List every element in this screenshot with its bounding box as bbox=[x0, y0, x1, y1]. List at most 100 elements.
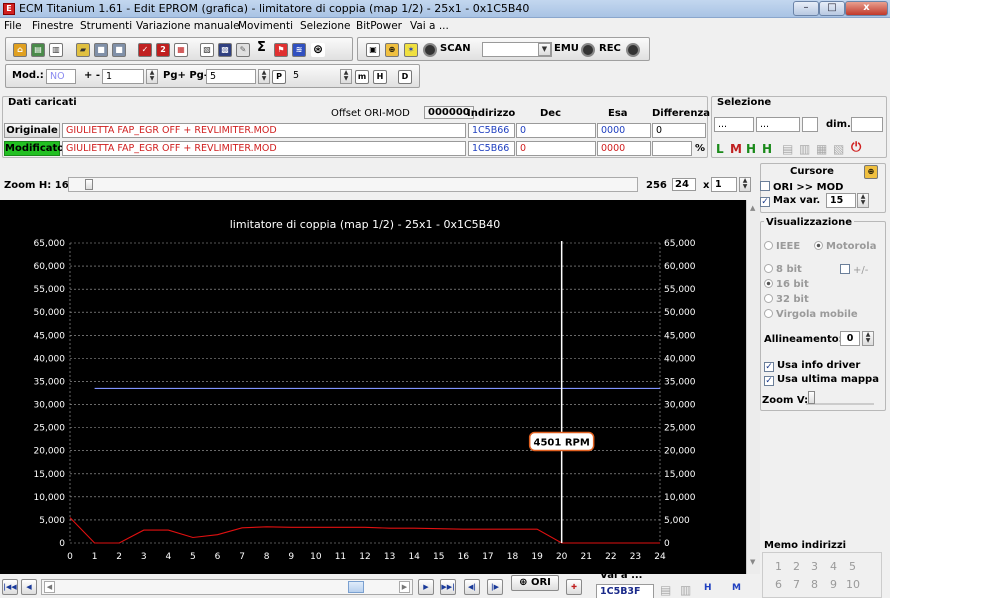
home-icon[interactable]: ⌂ bbox=[13, 43, 27, 57]
memo-slot-9[interactable]: 9 bbox=[830, 578, 837, 591]
selezione-end[interactable]: ... bbox=[756, 117, 800, 132]
prev-map-icon[interactable]: ◀| bbox=[464, 579, 480, 595]
scroll-thumb[interactable] bbox=[348, 581, 364, 593]
page-field[interactable]: 5 bbox=[206, 69, 256, 84]
zoom-h-thumb[interactable] bbox=[85, 179, 93, 190]
close-button[interactable]: x bbox=[845, 1, 888, 16]
selezione-start[interactable]: ... bbox=[714, 117, 754, 132]
record-dot-icon[interactable] bbox=[423, 43, 437, 57]
memo-slot-10[interactable]: 10 bbox=[846, 578, 860, 591]
emu-label[interactable]: EMU bbox=[554, 43, 579, 54]
emu-dot-icon[interactable] bbox=[581, 43, 595, 57]
chart-icon[interactable]: ≋ bbox=[292, 43, 306, 57]
compare-icon[interactable]: ▧ bbox=[200, 43, 214, 57]
modificato-esa[interactable]: 0000 bbox=[597, 141, 651, 156]
goto-right-icon[interactable]: ▥ bbox=[680, 583, 691, 597]
h-icon[interactable]: H bbox=[373, 70, 387, 84]
flag-uk-icon[interactable]: ✚ bbox=[566, 579, 582, 595]
menu-file[interactable]: File bbox=[4, 20, 22, 32]
last-icon[interactable]: ▶▶| bbox=[440, 579, 456, 595]
ori-button[interactable]: ⊕ ORI bbox=[511, 575, 559, 591]
memo-slot-2[interactable]: 2 bbox=[793, 560, 800, 573]
marker-m-icon[interactable]: M bbox=[732, 583, 741, 593]
memo-slot-1[interactable]: 1 bbox=[775, 560, 782, 573]
horizontal-scrollbar[interactable]: ◀ ▶ bbox=[41, 579, 413, 595]
pencil-icon[interactable]: ✎ bbox=[236, 43, 250, 57]
select-h-icon[interactable]: H bbox=[746, 142, 756, 156]
sum-icon[interactable]: Σ bbox=[257, 40, 266, 55]
menu-strumenti[interactable]: Strumenti bbox=[80, 20, 132, 32]
rec-label[interactable]: REC bbox=[599, 43, 621, 54]
select-m-icon[interactable]: M bbox=[730, 142, 742, 156]
memo-slot-3[interactable]: 3 bbox=[811, 560, 818, 573]
virgola-mobile-radio[interactable]: Virgola mobile bbox=[764, 309, 858, 320]
cursor-lock-icon[interactable]: ⊕ bbox=[864, 165, 878, 179]
m-icon[interactable]: m bbox=[355, 70, 369, 84]
usa-ultima-checkbox[interactable]: ✓ Usa ultima mappa bbox=[764, 374, 879, 386]
zoom-x-field[interactable]: 1 bbox=[711, 177, 737, 192]
copy-icon[interactable]: ▤ bbox=[31, 43, 45, 57]
originale-esa[interactable]: 0000 bbox=[597, 123, 651, 138]
maximize-button[interactable]: □ bbox=[819, 1, 845, 16]
max-var-checkbox[interactable]: ✓ Max var. bbox=[760, 195, 820, 207]
vai-a-field[interactable]: 1C5B3F bbox=[596, 584, 654, 598]
zoom-v-thumb[interactable] bbox=[808, 391, 815, 404]
step-spinner[interactable]: ▲ ▼ bbox=[146, 69, 158, 84]
chevron-down-icon[interactable]: ▼ bbox=[538, 43, 551, 56]
d-icon[interactable]: D bbox=[398, 70, 412, 84]
person-icon[interactable]: ✶ bbox=[404, 43, 418, 57]
allineamento-spinner[interactable]: ▲ ▼ bbox=[862, 331, 874, 346]
32bit-radio[interactable]: 32 bit bbox=[764, 294, 809, 305]
rec-dot-icon[interactable] bbox=[626, 43, 640, 57]
save-icon[interactable]: ■ bbox=[94, 43, 108, 57]
marker-h-icon[interactable]: H bbox=[704, 583, 712, 593]
zoom-h-value[interactable]: 24 bbox=[672, 178, 696, 191]
memo-slot-4[interactable]: 4 bbox=[830, 560, 837, 573]
modificato-button[interactable]: Modificato bbox=[4, 141, 64, 156]
max-var-spinner[interactable]: ▲ ▼ bbox=[857, 193, 869, 208]
check-icon[interactable]: ✓ bbox=[138, 43, 152, 57]
select-copy-icon[interactable]: ▤ bbox=[782, 142, 793, 156]
modificato-dec[interactable]: 0 bbox=[516, 141, 596, 156]
lock-icon[interactable]: ⊕ bbox=[385, 43, 399, 57]
ieee-radio[interactable]: IEEE bbox=[764, 241, 800, 252]
originale-dec[interactable]: 0 bbox=[516, 123, 596, 138]
scroll-down-icon[interactable]: ▼ bbox=[750, 558, 755, 566]
dim-field[interactable] bbox=[851, 117, 883, 132]
menu-vai-a[interactable]: Vai a ... bbox=[410, 20, 449, 32]
next-map-icon[interactable]: |▶ bbox=[487, 579, 503, 595]
memo-slot-5[interactable]: 5 bbox=[849, 560, 856, 573]
select-paste-icon[interactable]: ▥ bbox=[799, 142, 810, 156]
16bit-radio[interactable]: 16 bit bbox=[764, 279, 809, 290]
p-spinner[interactable]: ▲ ▼ bbox=[340, 69, 352, 84]
scroll-up-icon[interactable]: ▲ bbox=[750, 204, 755, 212]
save-as-icon[interactable]: ■ bbox=[112, 43, 126, 57]
memo-slot-6[interactable]: 6 bbox=[775, 578, 782, 591]
select-export-icon[interactable]: ▧ bbox=[833, 142, 844, 156]
menu-finestre[interactable]: Finestre bbox=[32, 20, 73, 32]
selezione-extra[interactable] bbox=[802, 117, 818, 132]
map-table-icon[interactable]: ▦ bbox=[174, 43, 188, 57]
prev-icon[interactable]: ◀ bbox=[21, 579, 37, 595]
page-spinner[interactable]: ▲ ▼ bbox=[258, 69, 270, 84]
8bit-radio[interactable]: 8 bit bbox=[764, 264, 802, 275]
zoom-x-spinner[interactable]: ▲ ▼ bbox=[739, 177, 751, 192]
window-icon[interactable]: ▥ bbox=[49, 43, 63, 57]
originale-button[interactable]: Originale bbox=[4, 123, 60, 138]
select-table-icon[interactable]: ▦ bbox=[816, 142, 827, 156]
chart-vertical-scrollbar[interactable]: ▲ ▼ bbox=[746, 200, 760, 574]
usa-info-checkbox[interactable]: ✓ Usa info driver bbox=[764, 360, 860, 372]
zoom-v-slider[interactable] bbox=[806, 391, 874, 405]
binoculars-icon[interactable]: ⊛ bbox=[311, 43, 325, 57]
grid-icon[interactable]: ▩ bbox=[218, 43, 232, 57]
mod-field[interactable]: NO bbox=[46, 69, 76, 84]
open-folder-icon[interactable]: ▰ bbox=[76, 43, 90, 57]
select-h2-icon[interactable]: H bbox=[762, 142, 772, 156]
step-field[interactable]: 1 bbox=[102, 69, 144, 84]
ori-mod-checkbox[interactable]: ORI >> MOD bbox=[760, 181, 843, 193]
next-icon[interactable]: ▶ bbox=[418, 579, 434, 595]
map-chart[interactable]: limitatore di coppia (map 1/2) - 25x1 - … bbox=[0, 200, 746, 574]
power-icon[interactable]: ⏻ bbox=[851, 140, 861, 155]
max-var-field[interactable]: 15 bbox=[826, 193, 856, 208]
zoom-h-slider[interactable] bbox=[68, 177, 638, 192]
